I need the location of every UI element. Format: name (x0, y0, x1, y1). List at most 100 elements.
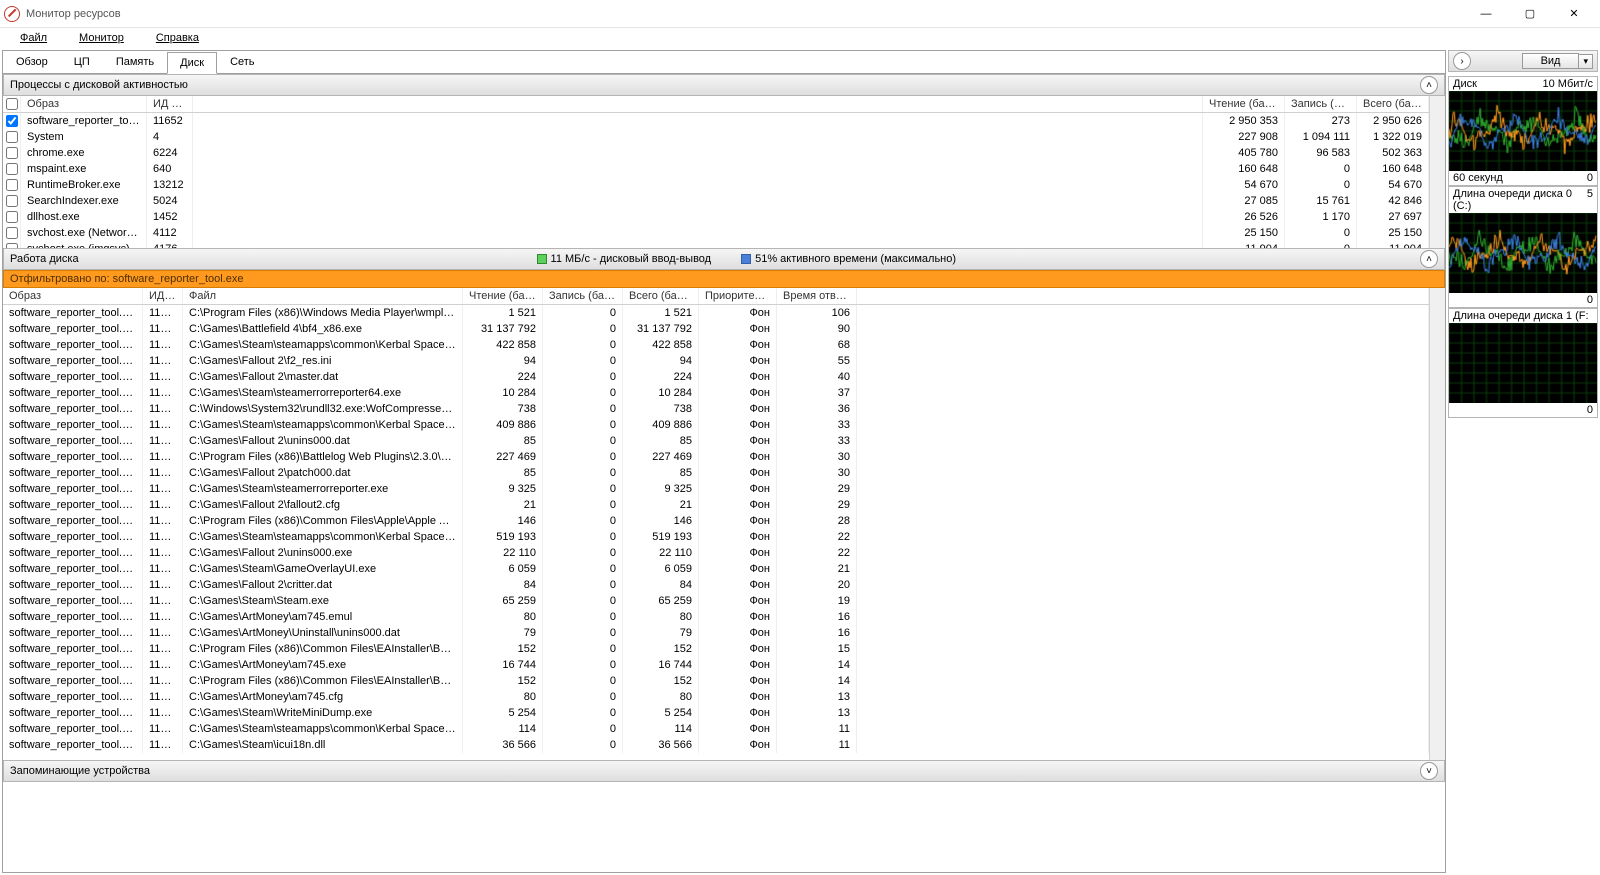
table-row[interactable]: svchost.exe (NetworkService)411225 15002… (3, 225, 1429, 241)
menu-file[interactable]: Файл (4, 32, 63, 44)
sidebar-header: › Вид ▾ (1448, 50, 1598, 72)
minimize-button[interactable]: — (1464, 0, 1508, 28)
collapse-icon[interactable]: ˄ (1420, 250, 1438, 268)
storage-body (3, 782, 1445, 872)
files-columns: Образ ИД п... Файл Чтение (байт/с) Запис… (3, 288, 1429, 305)
close-button[interactable]: ✕ (1552, 0, 1596, 28)
files-table: Образ ИД п... Файл Чтение (байт/с) Запис… (3, 288, 1429, 760)
processes-title: Процессы с дисковой активностью (10, 79, 188, 91)
table-row[interactable]: software_reporter_tool.exe11652C:\Games\… (3, 529, 1429, 545)
table-row[interactable]: software_reporter_tool.exe11652C:\Progra… (3, 641, 1429, 657)
table-row[interactable]: software_reporter_tool.exe11652C:\Progra… (3, 673, 1429, 689)
active-indicator: 51% активного времени (максимально) (741, 253, 956, 265)
col-pid[interactable]: ИД п... (143, 288, 183, 304)
table-row[interactable]: System4227 9081 094 1111 322 019 (3, 129, 1429, 145)
table-row[interactable]: software_reporter_tool.exe11652C:\Games\… (3, 609, 1429, 625)
table-row[interactable]: software_reporter_tool.exe11652C:\Games\… (3, 417, 1429, 433)
perf-chart: Длина очереди диска 1 (F:0 (1448, 308, 1598, 418)
table-row[interactable]: SearchIndexer.exe502427 08515 76142 846 (3, 193, 1429, 209)
col-time[interactable]: Время ответа (... (777, 288, 857, 304)
table-row[interactable]: software_reporter_tool.exe11652C:\Games\… (3, 465, 1429, 481)
table-row[interactable]: svchost.exe (imgsvc)417611 904011 904 (3, 241, 1429, 248)
table-row[interactable]: software_reporter_tool.exe11652C:\Games\… (3, 625, 1429, 641)
col-read[interactable]: Чтение (байт/с) (463, 288, 543, 304)
col-pid[interactable]: ИД п... (147, 96, 193, 112)
expand-icon[interactable]: ˅ (1420, 762, 1438, 780)
io-indicator: 11 МБ/с - дисковый ввод-вывод (537, 253, 712, 265)
row-checkbox[interactable] (6, 195, 18, 207)
col-file[interactable]: Файл (183, 288, 463, 304)
storage-header[interactable]: Запоминающие устройства ˅ (3, 760, 1445, 782)
maximize-button[interactable]: ▢ (1508, 0, 1552, 28)
tab-strip: ОбзорЦППамятьДискСеть (3, 51, 1445, 74)
menu-monitor[interactable]: Монитор (63, 32, 140, 44)
main-panel: ОбзорЦППамятьДискСеть Процессы с дисково… (2, 50, 1446, 873)
table-row[interactable]: software_reporter_tool.exe11652C:\Games\… (3, 657, 1429, 673)
col-write[interactable]: Запись (байт/с) (543, 288, 623, 304)
row-checkbox[interactable] (6, 115, 18, 127)
col-read[interactable]: Чтение (байт/с) (1203, 96, 1285, 112)
table-row[interactable]: software_reporter_tool.exe11652C:\Games\… (3, 321, 1429, 337)
title-bar: Монитор ресурсов — ▢ ✕ (0, 0, 1600, 28)
row-checkbox[interactable] (6, 163, 18, 175)
table-row[interactable]: RuntimeBroker.exe1321254 670054 670 (3, 177, 1429, 193)
table-row[interactable]: software_reporter_tool.exe11652C:\Games\… (3, 337, 1429, 353)
table-row[interactable]: software_reporter_tool.exe11652C:\Games\… (3, 689, 1429, 705)
table-row[interactable]: software_reporter_tool.exe11652C:\Games\… (3, 481, 1429, 497)
table-row[interactable]: software_reporter_tool.exe11652C:\Window… (3, 401, 1429, 417)
row-checkbox[interactable] (6, 243, 18, 248)
row-checkbox[interactable] (6, 211, 18, 223)
col-image[interactable]: Образ (3, 288, 143, 304)
table-row[interactable]: software_reporter_tool.exe11652C:\Games\… (3, 433, 1429, 449)
view-dropdown-icon[interactable]: ▾ (1579, 54, 1593, 69)
table-row[interactable]: software_reporter_tool.exe11652C:\Games\… (3, 593, 1429, 609)
table-row[interactable]: software_reporter_tool.exe11652C:\Games\… (3, 353, 1429, 369)
table-row[interactable]: software_reporter_tool.exe11652C:\Games\… (3, 545, 1429, 561)
row-checkbox[interactable] (6, 179, 18, 191)
tab-Диск[interactable]: Диск (167, 52, 217, 74)
processes-table: Образ ИД п... Чтение (байт/с) Запись (ба… (3, 96, 1429, 248)
col-priority[interactable]: Приоритет вв... (699, 288, 777, 304)
table-row[interactable]: chrome.exe6224405 78096 583502 363 (3, 145, 1429, 161)
tab-Обзор[interactable]: Обзор (3, 51, 61, 73)
disk-header[interactable]: Работа диска 11 МБ/с - дисковый ввод-выв… (3, 248, 1445, 270)
tab-Сеть[interactable]: Сеть (217, 51, 267, 73)
table-row[interactable]: mspaint.exe640160 6480160 648 (3, 161, 1429, 177)
tab-Память[interactable]: Память (103, 51, 167, 73)
app-icon (4, 6, 20, 22)
perf-chart: Диск10 Мбит/с60 секунд0 (1448, 76, 1598, 186)
table-row[interactable]: software_reporter_tool.exe116522 950 353… (3, 113, 1429, 129)
table-row[interactable]: software_reporter_tool.exe11652C:\Progra… (3, 513, 1429, 529)
view-button[interactable]: Вид (1522, 53, 1580, 69)
window-title: Монитор ресурсов (26, 8, 121, 20)
processes-header[interactable]: Процессы с дисковой активностью ˄ (3, 74, 1445, 96)
tab-ЦП[interactable]: ЦП (61, 51, 103, 73)
table-row[interactable]: software_reporter_tool.exe11652C:\Progra… (3, 305, 1429, 321)
disk-title: Работа диска (10, 253, 79, 265)
table-row[interactable]: software_reporter_tool.exe11652C:\Games\… (3, 561, 1429, 577)
sidebar: › Вид ▾ Диск10 Мбит/с60 секунд0 Длина оче… (1448, 50, 1598, 873)
col-image[interactable]: Образ (21, 96, 147, 112)
scrollbar[interactable] (1429, 96, 1445, 248)
row-checkbox[interactable] (6, 131, 18, 143)
table-row[interactable]: software_reporter_tool.exe11652C:\Games\… (3, 385, 1429, 401)
col-total[interactable]: Всего (байт/с) (623, 288, 699, 304)
table-row[interactable]: software_reporter_tool.exe11652C:\Games\… (3, 369, 1429, 385)
table-row[interactable]: dllhost.exe145226 5261 17027 697 (3, 209, 1429, 225)
table-row[interactable]: software_reporter_tool.exe11652C:\Games\… (3, 497, 1429, 513)
collapse-icon[interactable]: ˄ (1420, 76, 1438, 94)
table-row[interactable]: software_reporter_tool.exe11652C:\Games\… (3, 577, 1429, 593)
row-checkbox[interactable] (6, 147, 18, 159)
table-row[interactable]: software_reporter_tool.exe11652C:\Progra… (3, 449, 1429, 465)
table-row[interactable]: software_reporter_tool.exe11652C:\Games\… (3, 721, 1429, 737)
sidebar-back-icon[interactable]: › (1453, 52, 1471, 70)
row-checkbox[interactable] (6, 227, 18, 239)
col-total[interactable]: Всего (байт/с) (1357, 96, 1429, 112)
col-write[interactable]: Запись (байт/с) (1285, 96, 1357, 112)
table-row[interactable]: software_reporter_tool.exe11652C:\Games\… (3, 705, 1429, 721)
table-row[interactable]: software_reporter_tool.exe11652C:\Games\… (3, 737, 1429, 753)
scrollbar[interactable] (1429, 288, 1445, 760)
col-checkbox[interactable] (3, 96, 21, 112)
filter-bar: Отфильтровано по: software_reporter_tool… (3, 270, 1445, 288)
menu-help[interactable]: Справка (140, 32, 215, 44)
